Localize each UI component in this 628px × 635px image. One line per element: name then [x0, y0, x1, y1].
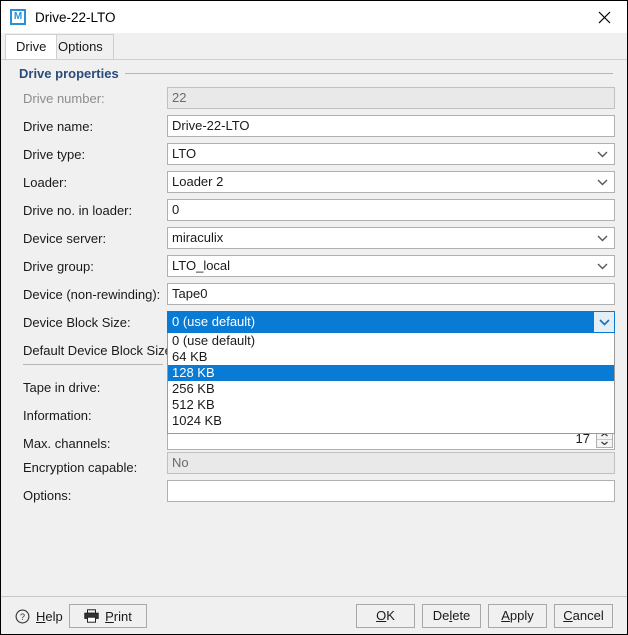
dropdown-option[interactable]: 64 KB [168, 349, 614, 365]
chevron-down-icon [593, 256, 611, 276]
chevron-down-icon [593, 172, 611, 192]
print-rest: rint [113, 608, 132, 624]
label-default-device-block-size: Default Device Block Size: [23, 343, 176, 358]
field-drive-group-value: LTO_local [172, 258, 231, 273]
chevron-down-icon[interactable] [593, 311, 615, 333]
ok-button[interactable]: OK [356, 604, 415, 628]
ok-accel: O [376, 608, 387, 623]
field-drive-name[interactable]: Drive-22-LTO [167, 115, 615, 137]
title-bar: M Drive-22-LTO [1, 1, 627, 33]
field-device-non-rewinding[interactable]: Tape0 [167, 283, 615, 305]
label-encryption-capable: Encryption capable: [23, 460, 138, 475]
ok-post: K [386, 608, 395, 623]
dropdown-option[interactable]: 1024 KB [168, 413, 614, 429]
tab-drive[interactable]: Drive [5, 34, 58, 59]
group-title: Drive properties [19, 66, 125, 81]
cancel-post: ancel [572, 608, 604, 623]
label-device-non-rewinding: Device (non-rewinding): [23, 287, 161, 302]
footer-divider [1, 596, 627, 597]
section-divider [23, 364, 163, 365]
delete-button[interactable]: Delete [422, 604, 481, 628]
field-loader[interactable]: Loader 2 [167, 171, 615, 193]
svg-text:?: ? [20, 612, 25, 622]
help-button[interactable]: ? Help [15, 606, 63, 626]
apply-button[interactable]: Apply [488, 604, 547, 628]
field-device-server[interactable]: miraculix [167, 227, 615, 249]
printer-icon [84, 609, 99, 623]
help-label: Help [36, 609, 63, 624]
close-glyph [598, 11, 610, 23]
label-drive-type: Drive type: [23, 147, 86, 162]
delete-pre: De [432, 608, 450, 623]
dropdown-option[interactable]: 256 KB [168, 381, 614, 397]
chevron-down-icon [593, 144, 611, 164]
print-accel: P [105, 608, 114, 624]
label-drive-name: Drive name: [23, 119, 94, 134]
dropdown-option[interactable]: 128 KB [168, 365, 614, 381]
device-block-size-dropdown-list[interactable]: 0 (use default) 64 KB 128 KB 256 KB 512 KB 10… [167, 333, 615, 434]
print-button[interactable]: Print [69, 604, 147, 628]
window-title: Drive-22-LTO [35, 9, 116, 25]
field-drive-number: 22 [167, 87, 615, 109]
print-label: Print [105, 609, 132, 624]
label-max-channels: Max. channels: [23, 436, 111, 451]
field-drive-group[interactable]: LTO_local [167, 255, 615, 277]
field-drive-type-value: LTO [172, 146, 197, 161]
label-device-server: Device server: [23, 231, 107, 246]
tab-strip: Drive Options [1, 34, 627, 60]
stepper-down-icon[interactable] [597, 440, 612, 448]
label-drive-group: Drive group: [23, 259, 94, 274]
help-circle-icon: ? [15, 609, 30, 623]
field-loader-value: Loader 2 [172, 174, 224, 189]
chevron-down-icon [593, 228, 611, 248]
dropdown-option[interactable]: 512 KB [168, 397, 614, 413]
app-icon: M [10, 9, 26, 25]
field-drive-type[interactable]: LTO [167, 143, 615, 165]
label-device-block-size: Device Block Size: [23, 315, 131, 330]
label-options: Options: [23, 488, 72, 503]
label-drive-number: Drive number: [23, 91, 105, 106]
label-tape-in-drive: Tape in drive: [23, 380, 101, 395]
cancel-button[interactable]: Cancel [554, 604, 613, 628]
field-encryption-capable: No [167, 452, 615, 474]
cancel-accel: C [563, 608, 573, 623]
field-drive-no-in-loader[interactable]: 0 [167, 199, 615, 221]
combo-device-block-size[interactable]: 0 (use default) [167, 311, 615, 333]
apply-accel: A [501, 608, 510, 623]
dropdown-option[interactable]: 0 (use default) [168, 333, 614, 349]
combo-device-block-size-value: 0 (use default) [172, 314, 256, 329]
close-icon[interactable] [581, 1, 627, 33]
apply-post: pply [509, 608, 534, 623]
label-drive-no-in-loader: Drive no. in loader: [23, 203, 133, 218]
drive-properties-dialog: M Drive-22-LTO Drive Options Drive prope… [0, 0, 628, 635]
help-rest: elp [45, 608, 63, 624]
field-device-server-value: miraculix [172, 230, 224, 245]
field-options[interactable] [167, 480, 615, 502]
help-accel: H [36, 608, 46, 624]
label-loader: Loader: [23, 175, 68, 190]
label-information: Information: [23, 408, 92, 423]
delete-post: ete [452, 608, 471, 623]
